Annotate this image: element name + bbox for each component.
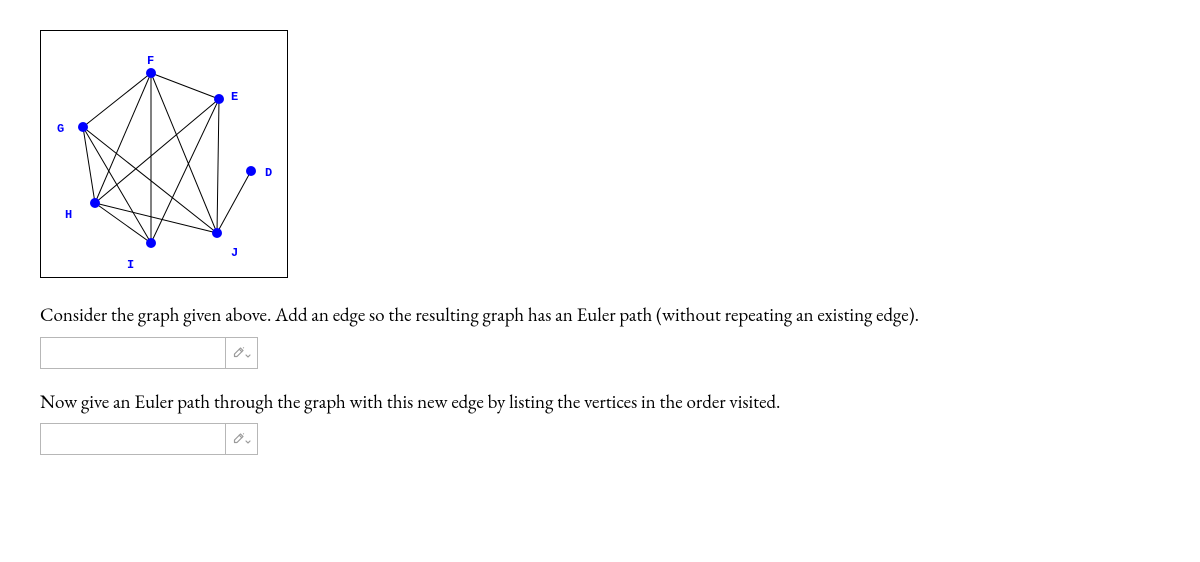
graph-edge [95,203,151,243]
graph-edge [83,73,151,127]
graph-edge [217,171,251,233]
vertex-label: J [231,247,238,259]
answer-2-row [40,423,1160,455]
graph-edge [151,99,219,243]
vertex-label: G [57,123,64,135]
question-1-text: Consider the graph given above. Add an e… [40,302,1160,329]
answer-1-row [40,337,1160,369]
graph-vertex [146,68,156,78]
vertex-label: H [65,209,72,221]
graph-vertex [246,166,256,176]
graph-edge [83,127,217,233]
graph-edge [83,127,151,243]
graph-edge [95,73,151,203]
answer-1-tools-button[interactable] [226,337,258,369]
pencil-dropdown-icon [233,346,251,360]
answer-2-input[interactable] [40,423,226,455]
answer-1-input[interactable] [40,337,226,369]
vertex-label: D [265,167,272,179]
question-2-text: Now give an Euler path through the graph… [40,389,1160,416]
vertex-label: E [231,91,238,103]
graph-svg [41,31,287,277]
vertex-label: F [147,55,154,67]
graph-vertex [90,198,100,208]
graph-edge [151,73,217,233]
graph-vertex [78,122,88,132]
graph-vertex [146,238,156,248]
graph-edge [83,127,95,203]
graph-edge [151,73,219,99]
vertex-label: I [127,259,134,271]
page: F E G D H I J Consider the graph given above. … [0,0,1200,505]
graph-diagram: F E G D H I J [40,30,288,278]
pencil-dropdown-icon [233,432,251,446]
answer-2-tools-button[interactable] [226,423,258,455]
graph-vertex [212,228,222,238]
graph-vertex [214,94,224,104]
graph-edge [217,99,219,233]
